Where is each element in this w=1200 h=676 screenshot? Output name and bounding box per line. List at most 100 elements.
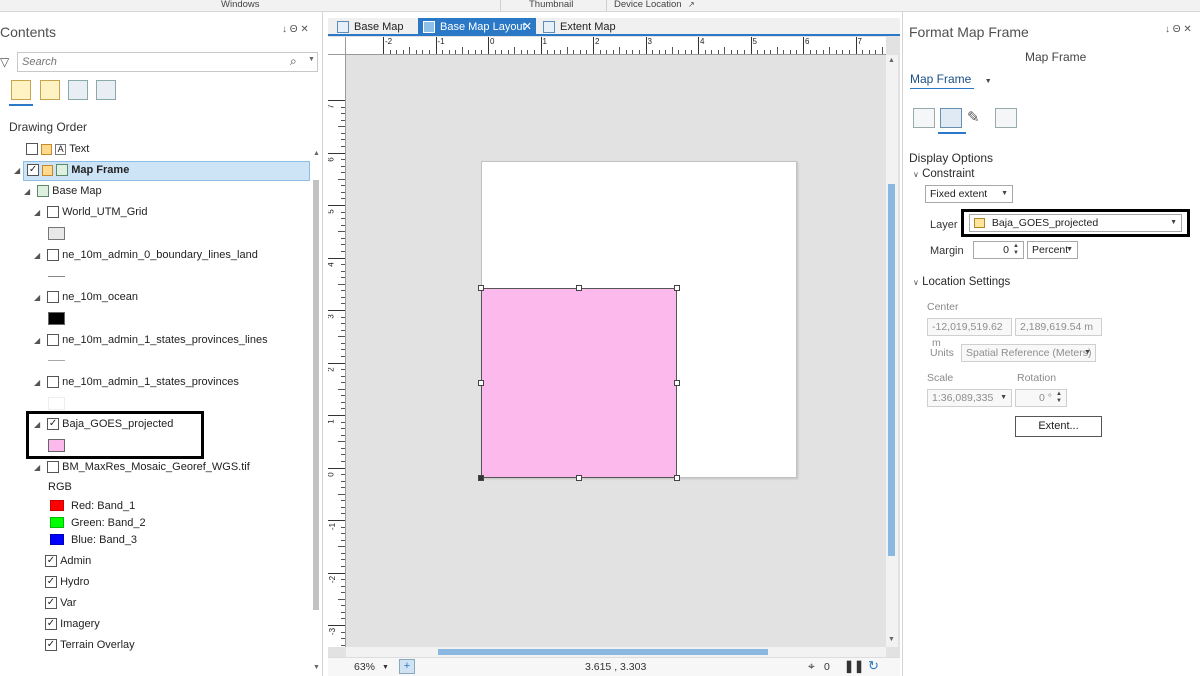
selection-handle[interactable] (576, 475, 582, 481)
scale-dropdown[interactable]: 1:36,089,335 ▼ (927, 389, 1012, 407)
vertical-scroll-thumb[interactable] (888, 184, 895, 556)
visibility-checkbox[interactable] (47, 291, 60, 304)
collapse-icon[interactable]: ◢ (34, 420, 44, 429)
tree-item-baja[interactable]: ◢ ✓ Baja_GOES_projected (34, 418, 173, 431)
tree-item-var[interactable]: ✓ Var (45, 597, 76, 610)
edit-style-icon[interactable]: ✎ (967, 108, 989, 128)
selection-handle[interactable] (478, 475, 484, 481)
tree-item-terrain[interactable]: ✓ Terrain Overlay (45, 639, 135, 652)
tree-item-imagery[interactable]: ✓ Imagery (45, 618, 100, 631)
visibility-checkbox[interactable] (47, 249, 60, 262)
tree-item-states-lines[interactable]: ◢ ne_10m_admin_1_states_provinces_lines (34, 334, 268, 347)
selection-handle[interactable] (674, 475, 680, 481)
map-frame-element[interactable] (481, 288, 677, 478)
search-input[interactable] (18, 53, 258, 71)
rotation-input[interactable]: 0 ° ▲ ▼ (1015, 389, 1067, 407)
visibility-checkbox[interactable]: ✓ (45, 597, 57, 610)
search-box[interactable]: ⌕ ▼ (17, 52, 318, 72)
center-x-input[interactable]: -12,019,519.62 m (927, 318, 1012, 349)
collapse-icon[interactable]: ◢ (34, 463, 44, 472)
chevron-down-icon[interactable]: ▼ (985, 78, 992, 85)
list-by-source-icon[interactable] (40, 80, 60, 100)
selection-handle[interactable] (478, 380, 484, 386)
boundary-line-symbol[interactable] (48, 276, 65, 277)
collapse-icon[interactable]: ◢ (34, 208, 44, 217)
selection-handle[interactable] (674, 285, 680, 291)
pane-options-buttons[interactable]: ↓ Θ ✕ (1165, 24, 1192, 35)
tree-item-text[interactable]: A Text (26, 143, 89, 156)
tree-item-base-map[interactable]: ◢ Base Map (24, 185, 102, 198)
refresh-icon[interactable]: ↻ (868, 658, 879, 674)
states-line-symbol[interactable] (48, 360, 65, 361)
collapse-icon[interactable]: ◢ (34, 336, 44, 345)
constraint-heading[interactable]: ∨ Constraint (913, 168, 974, 180)
scroll-down-icon[interactable]: ▼ (888, 636, 895, 643)
scroll-up-icon[interactable]: ▲ (313, 150, 320, 157)
margin-unit-dropdown[interactable]: Percent ▼ (1027, 241, 1078, 259)
zoom-level[interactable]: 63% (354, 661, 375, 673)
spinner-icon[interactable]: ▲ ▼ (1056, 391, 1062, 405)
tab-base-map[interactable]: Base Map (332, 18, 418, 36)
tab-extent-map[interactable]: Extent Map (538, 18, 630, 36)
tree-item-bm-raster[interactable]: ◢ BM_MaxRes_Mosaic_Georef_WGS.tif (34, 461, 250, 474)
tree-item-map-frame[interactable]: ◢ ✓ Map Frame (14, 164, 129, 177)
red-band-swatch[interactable] (50, 500, 64, 511)
search-dropdown-icon[interactable]: ▼ (308, 56, 315, 63)
tree-item-ocean[interactable]: ◢ ne_10m_ocean (34, 291, 138, 304)
collapse-icon[interactable]: ◢ (24, 187, 34, 196)
selection-handle[interactable] (674, 380, 680, 386)
spinner-icon[interactable]: ▲ ▼ (1013, 243, 1019, 257)
horizontal-scroll-thumb[interactable] (438, 649, 768, 655)
zoom-dropdown-icon[interactable]: ▼ (382, 664, 389, 671)
list-by-drawing-order-icon[interactable] (11, 80, 31, 100)
horizontal-ruler[interactable]: -2 -1 0 1 2 3 4 5 6 7 (346, 37, 886, 55)
list-by-selection-icon[interactable] (68, 80, 88, 100)
pane-options-buttons[interactable]: ↓ Θ ✕ (282, 24, 309, 35)
visibility-checkbox[interactable] (47, 206, 60, 219)
scroll-down-icon[interactable]: ▼ (313, 664, 320, 671)
collapse-icon[interactable]: ◢ (34, 293, 44, 302)
tab-base-map-layout[interactable]: Base Map Layout ✕ (418, 18, 536, 36)
collapse-icon[interactable]: ◢ (34, 378, 44, 387)
visibility-checkbox[interactable]: ✓ (45, 639, 57, 652)
display-tab-icon[interactable] (940, 108, 962, 128)
visibility-checkbox[interactable]: ✓ (47, 418, 60, 431)
selection-handle[interactable] (576, 285, 582, 291)
extent-button[interactable]: Extent... (1015, 416, 1102, 437)
visibility-checkbox[interactable] (47, 376, 60, 389)
margin-input[interactable]: 0 ▲ ▼ (973, 241, 1024, 259)
location-settings-heading[interactable]: ∨ Location Settings (913, 276, 1010, 288)
filter-icon[interactable]: ▽ (0, 55, 9, 69)
units-dropdown[interactable]: Spatial Reference (Meters) ▼ (961, 344, 1096, 362)
tree-item-boundary-lines[interactable]: ◢ ne_10m_admin_0_boundary_lines_land (34, 249, 258, 262)
tree-item-utm-grid[interactable]: ◢ World_UTM_Grid (34, 206, 148, 219)
baja-symbol[interactable] (48, 439, 65, 452)
selected-elements-icon[interactable]: ⌖ (808, 659, 815, 674)
pause-drawing-icon[interactable]: ❚❚ (844, 659, 864, 673)
utm-grid-symbol[interactable] (48, 227, 65, 240)
tree-item-hydro[interactable]: ✓ Hydro (45, 576, 89, 589)
blue-band-swatch[interactable] (50, 534, 64, 545)
options-tab-icon[interactable] (913, 108, 935, 128)
states-symbol[interactable] (48, 397, 65, 410)
vertical-ruler[interactable]: 7 6 5 4 3 2 1 0 -1 -2 -3 (328, 55, 346, 647)
close-tab-icon[interactable]: ✕ (523, 18, 532, 36)
visibility-checkbox[interactable] (47, 461, 60, 474)
search-icon[interactable]: ⌕ (290, 54, 297, 69)
collapse-icon[interactable]: ◢ (14, 166, 24, 175)
scroll-up-icon[interactable]: ▲ (888, 57, 895, 64)
constraint-dropdown[interactable]: Fixed extent ▼ (925, 185, 1013, 203)
ocean-symbol[interactable] (48, 312, 65, 325)
tree-item-admin[interactable]: ✓ Admin (45, 555, 91, 568)
layer-dropdown[interactable]: Baja_GOES_projected ▼ (969, 214, 1182, 232)
size-position-icon[interactable] (995, 108, 1017, 128)
visibility-checkbox[interactable]: ✓ (45, 555, 57, 568)
selection-handle[interactable] (478, 285, 484, 291)
element-dropdown[interactable]: Map Frame ▼ (910, 72, 992, 86)
visibility-checkbox[interactable] (26, 143, 38, 156)
list-by-editing-icon[interactable] (96, 80, 116, 100)
dialog-launcher-icon[interactable]: ↗ (688, 0, 695, 9)
visibility-checkbox[interactable]: ✓ (45, 618, 57, 631)
visibility-checkbox[interactable]: ✓ (45, 576, 57, 589)
visibility-checkbox[interactable]: ✓ (27, 164, 40, 177)
